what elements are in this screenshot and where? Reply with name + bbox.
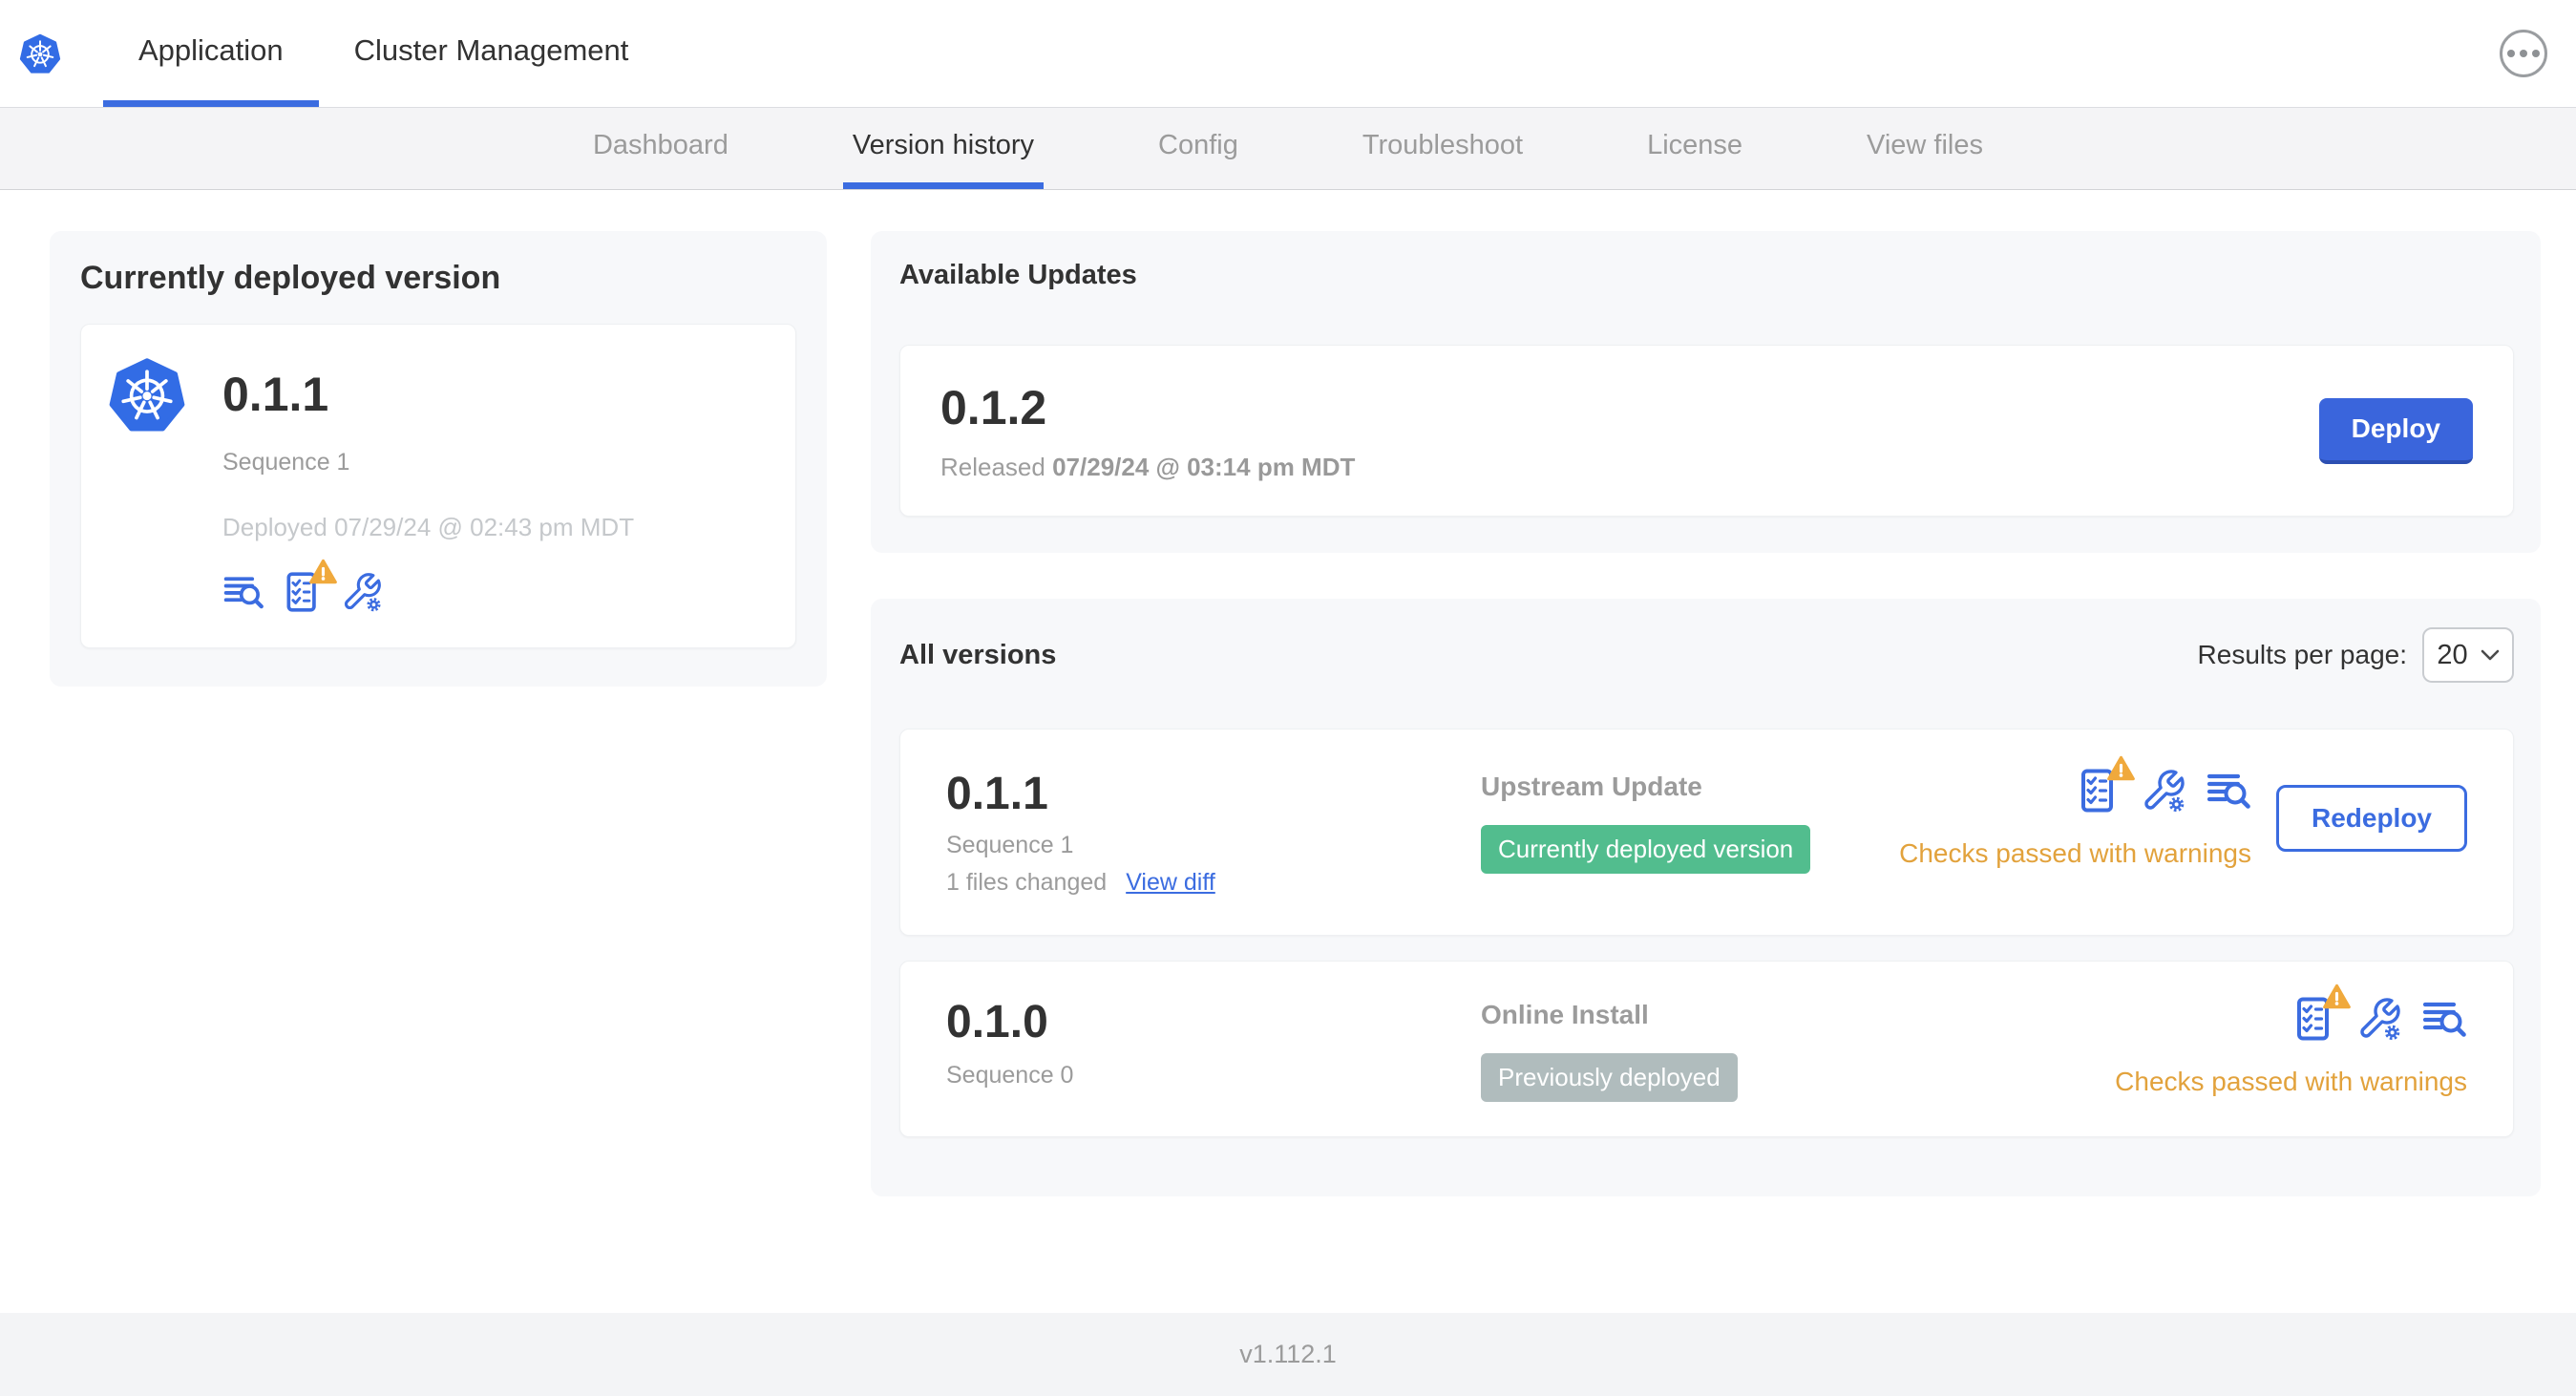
view-logs-icon[interactable] [222, 571, 264, 613]
deployed-sequence: Sequence 1 [222, 449, 350, 476]
redeploy-button[interactable]: Redeploy [2275, 785, 2467, 852]
available-updates-title: Available Updates [899, 260, 1137, 290]
warning-triangle-icon [2323, 984, 2351, 1009]
app-version-text: v1.112.1 [1239, 1340, 1337, 1368]
view-logs-icon[interactable] [2206, 768, 2251, 814]
all-versions-card: All versions Results per page: 20 0.1.1 … [871, 599, 2541, 1196]
tab-config[interactable]: Config [1149, 108, 1248, 189]
tab-license[interactable]: License [1637, 108, 1752, 189]
top-tab-cluster-management[interactable]: Cluster Management [319, 0, 665, 107]
all-versions-title: All versions [899, 639, 1057, 670]
update-version-number: 0.1.2 [940, 380, 1047, 434]
edit-config-icon[interactable] [2356, 996, 2402, 1042]
version-row-0-1-0: 0.1.0 Sequence 0 Online Install Previous… [899, 961, 2514, 1137]
tab-view-files[interactable]: View files [1857, 108, 1993, 189]
kubernetes-logo-icon [19, 33, 61, 74]
tab-troubleshoot[interactable]: Troubleshoot [1353, 108, 1532, 189]
top-tab-application-label: Application [138, 32, 284, 67]
warning-triangle-icon [309, 559, 337, 584]
chevron-down-icon [2481, 649, 2499, 661]
right-column: Available Updates 0.1.2 Released 07/29/2… [871, 231, 2541, 1196]
update-released-line: Released 07/29/24 @ 03:14 pm MDT [940, 452, 1356, 481]
tab-version-history[interactable]: Version history [842, 108, 1045, 189]
deployed-timestamp: Deployed 07/29/24 @ 02:43 pm MDT [222, 513, 635, 541]
update-released-timestamp: 07/29/24 @ 03:14 pm MDT [1052, 452, 1356, 481]
update-row: 0.1.2 Released 07/29/24 @ 03:14 pm MDT D… [899, 345, 2514, 517]
status-badge: Previously deployed [1481, 1053, 1738, 1102]
top-tab-application[interactable]: Application [103, 0, 319, 107]
results-per-page-label: Results per page: [2197, 640, 2407, 669]
preflight-checks-warning-icon[interactable] [282, 559, 337, 613]
deployed-version-panel: 0.1.1 Sequence 1 Deployed 07/29/24 @ 02:… [80, 324, 796, 648]
row-source: Upstream Update [1481, 772, 1702, 801]
checks-status-text: Checks passed with warnings [2115, 1067, 2467, 1096]
app-subnav: Dashboard Version history Config Trouble… [0, 108, 2576, 190]
ellipsis-icon [2507, 50, 2515, 57]
deployed-version-number: 0.1.1 [222, 368, 329, 421]
status-badge: Currently deployed version [1481, 825, 1811, 874]
available-updates-card: Available Updates 0.1.2 Released 07/29/2… [871, 231, 2541, 553]
tab-dashboard[interactable]: Dashboard [583, 108, 738, 189]
view-logs-icon[interactable] [2421, 996, 2467, 1042]
view-diff-link[interactable]: View diff [1126, 869, 1215, 897]
warning-triangle-icon [2107, 755, 2135, 781]
top-nav: Application Cluster Management [103, 0, 664, 107]
edit-config-icon[interactable] [341, 571, 383, 613]
results-per-page-select[interactable]: 20 [2422, 627, 2514, 683]
row-version-number: 0.1.1 [946, 769, 1048, 819]
top-bar: Application Cluster Management [0, 0, 2576, 108]
row-files-changed: 1 files changed [946, 869, 1108, 896]
checks-status-text: Checks passed with warnings [1899, 838, 2251, 868]
deploy-button[interactable]: Deploy [2318, 397, 2473, 464]
preflight-checks-warning-icon[interactable] [2076, 755, 2135, 814]
version-row-0-1-1: 0.1.1 Sequence 1 1 files changed View di… [899, 729, 2514, 936]
currently-deployed-card: Currently deployed version 0.1.1 Sequenc… [50, 231, 827, 687]
edit-config-icon[interactable] [2141, 768, 2186, 814]
row-sequence: Sequence 1 [946, 832, 1074, 858]
row-source: Online Install [1481, 1000, 1649, 1029]
app-logo [19, 0, 61, 107]
kubernetes-logo-icon [108, 355, 186, 434]
app-footer: v1.112.1 [0, 1313, 2576, 1396]
overflow-menu-button[interactable] [2500, 30, 2547, 77]
currently-deployed-title: Currently deployed version [80, 260, 501, 296]
row-version-number: 0.1.0 [946, 997, 1048, 1047]
top-tab-cluster-management-label: Cluster Management [353, 32, 629, 67]
row-sequence: Sequence 0 [946, 1062, 1074, 1089]
preflight-checks-warning-icon[interactable] [2291, 984, 2351, 1042]
main-content: Currently deployed version 0.1.1 Sequenc… [0, 190, 2576, 1313]
